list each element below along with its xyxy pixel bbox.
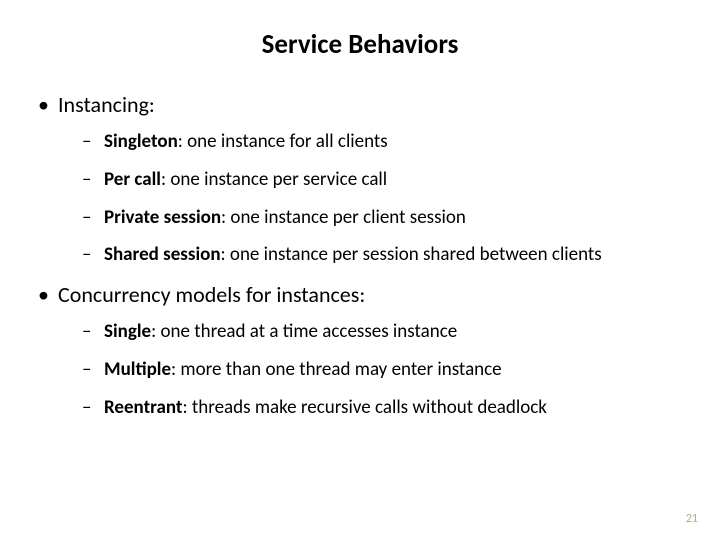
bullet-list: Instancing: Singleton: one instance for …: [36, 91, 684, 419]
term: Single: [104, 320, 151, 343]
list-item: Shared session: one instance per session…: [82, 243, 684, 267]
slide: Service Behaviors Instancing: Singleton:…: [0, 0, 720, 540]
section-concurrency: Concurrency models for instances: Single…: [36, 281, 684, 419]
sub-list: Single: one thread at a time accesses in…: [58, 320, 684, 419]
list-item: Private session: one instance per client…: [82, 206, 684, 230]
desc: : one thread at a time accesses instance: [151, 320, 457, 343]
list-item: Reentrant: threads make recursive calls …: [82, 396, 684, 420]
sub-list: Singleton: one instance for all clients …: [58, 130, 684, 267]
section-heading: Instancing:: [58, 91, 155, 118]
term: Per call: [104, 168, 161, 191]
section-instancing: Instancing: Singleton: one instance for …: [36, 91, 684, 267]
term: Singleton: [104, 130, 178, 153]
desc: : one instance per session shared betwee…: [221, 243, 602, 266]
term: Private session: [104, 206, 221, 229]
list-item: Singleton: one instance for all clients: [82, 130, 684, 154]
term: Multiple: [104, 358, 171, 381]
term: Shared session: [104, 243, 221, 266]
list-item: Multiple: more than one thread may enter…: [82, 358, 684, 382]
term: Reentrant: [104, 396, 182, 419]
list-item: Per call: one instance per service call: [82, 168, 684, 192]
slide-title: Service Behaviors: [36, 28, 684, 61]
desc: : threads make recursive calls without d…: [182, 396, 546, 419]
desc: : one instance per service call: [161, 168, 387, 191]
desc: : one instance per client session: [221, 206, 466, 229]
list-item: Single: one thread at a time accesses in…: [82, 320, 684, 344]
page-number: 21: [686, 512, 698, 526]
desc: : more than one thread may enter instanc…: [171, 358, 502, 381]
section-heading: Concurrency models for instances:: [58, 281, 365, 308]
desc: : one instance for all clients: [178, 130, 388, 153]
